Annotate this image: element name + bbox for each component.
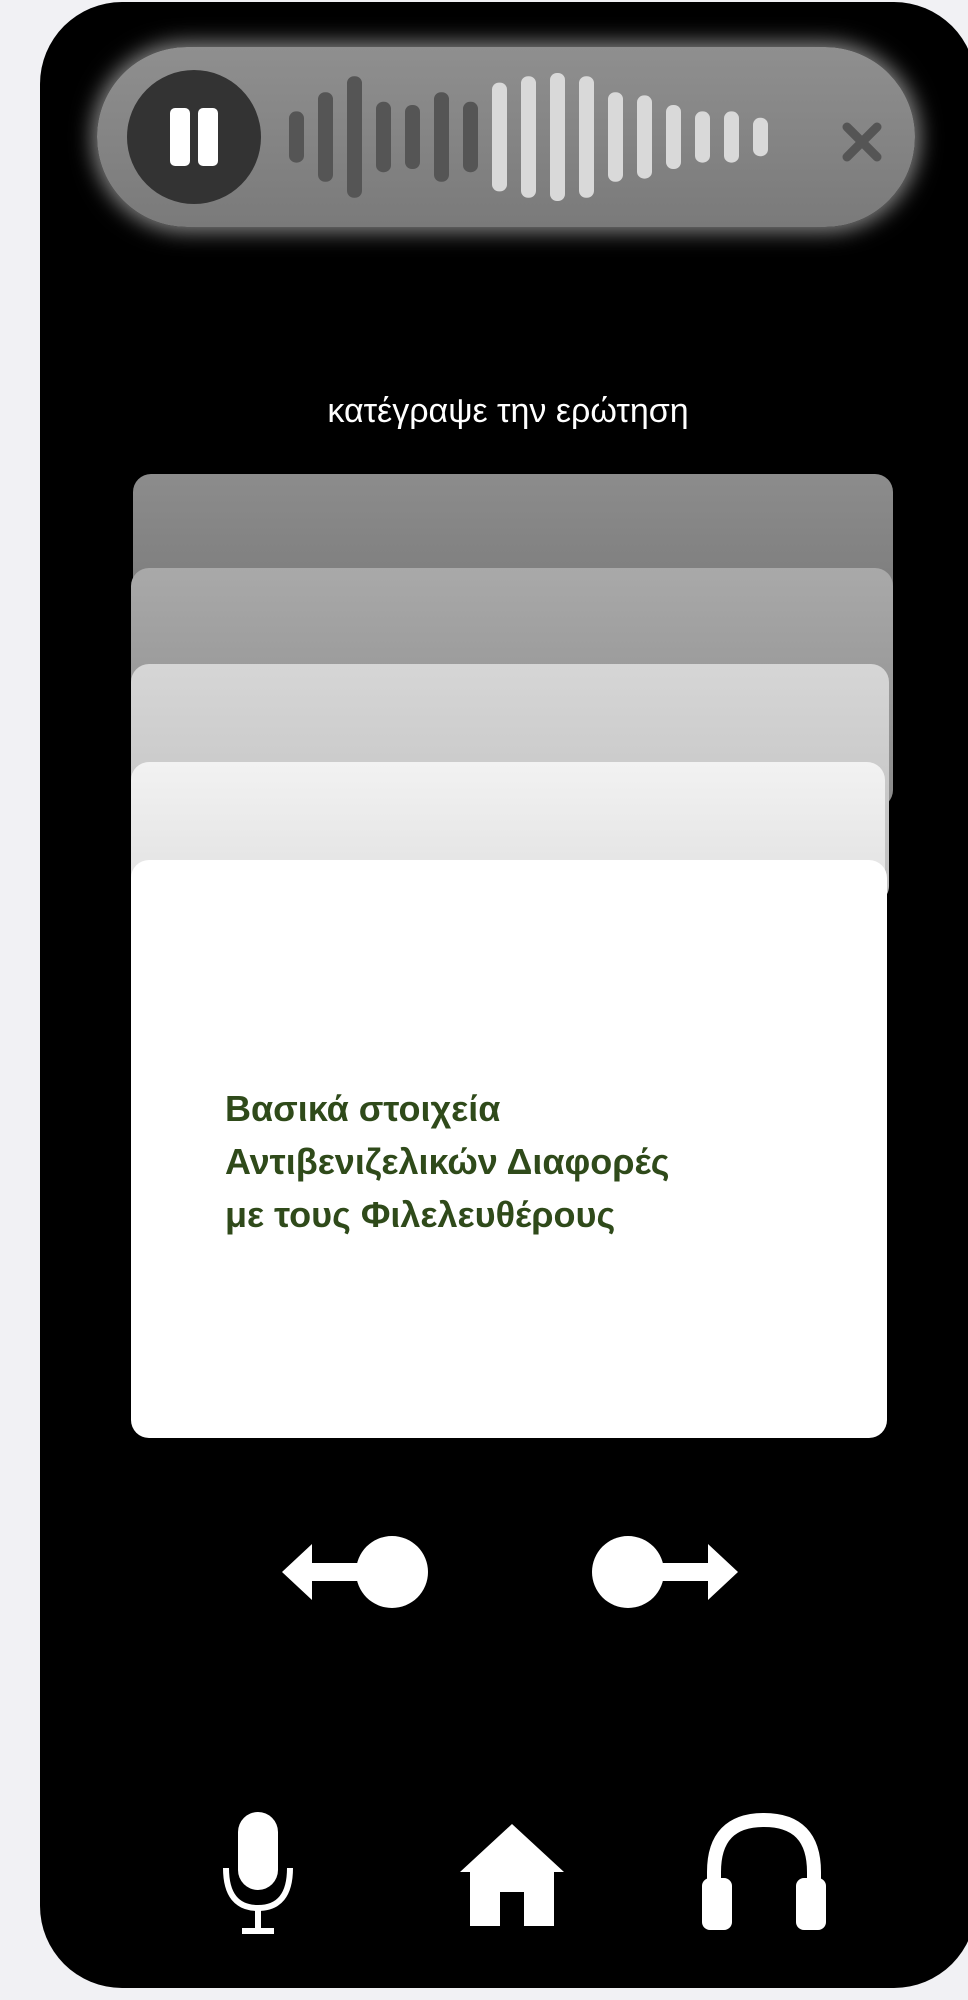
waveform-bar <box>550 73 565 201</box>
waveform-bar <box>666 105 681 169</box>
question-line-2: Αντιβενιζελικών Διαφορές <box>225 1141 670 1182</box>
waveform-bar <box>608 92 623 182</box>
waveform-bar <box>434 92 449 182</box>
waveform-bar <box>347 76 362 198</box>
microphone-icon[interactable] <box>220 1810 296 1940</box>
waveform-bar <box>724 111 739 163</box>
question-line-3: με τους Φιλελευθέρους <box>225 1194 616 1235</box>
question-line-1: Βασικά στοιχεία <box>225 1088 501 1129</box>
record-question-prompt: κατέγραψε την ερώτηση <box>327 392 689 430</box>
phone-frame: κατέγραψε την ερώτηση Βασικά στοιχεία Αν… <box>40 2 968 1988</box>
waveform-bar <box>463 101 478 173</box>
waveform-bar <box>376 101 391 173</box>
audio-waveform <box>289 73 768 201</box>
waveform-bar <box>695 111 710 163</box>
headphones-icon[interactable] <box>700 1810 828 1932</box>
arrow-left-icon[interactable] <box>280 1532 432 1612</box>
question-card[interactable]: Βασικά στοιχεία Αντιβενιζελικών Διαφορές… <box>131 860 887 1438</box>
waveform-bar <box>637 95 652 179</box>
waveform-bar <box>521 76 536 198</box>
waveform-bar <box>579 76 594 198</box>
close-icon[interactable] <box>839 119 885 165</box>
waveform-bar <box>289 111 304 163</box>
waveform-bar <box>492 82 507 192</box>
home-icon[interactable] <box>456 1820 568 1930</box>
question-text: Βασικά στοιχεία Αντιβενιζελικών Διαφορές… <box>225 1082 825 1241</box>
waveform-bar <box>405 105 420 169</box>
waveform-bar <box>318 92 333 182</box>
voice-recorder-bar <box>97 47 915 227</box>
arrow-right-icon[interactable] <box>588 1532 740 1612</box>
waveform-bar <box>753 117 768 157</box>
